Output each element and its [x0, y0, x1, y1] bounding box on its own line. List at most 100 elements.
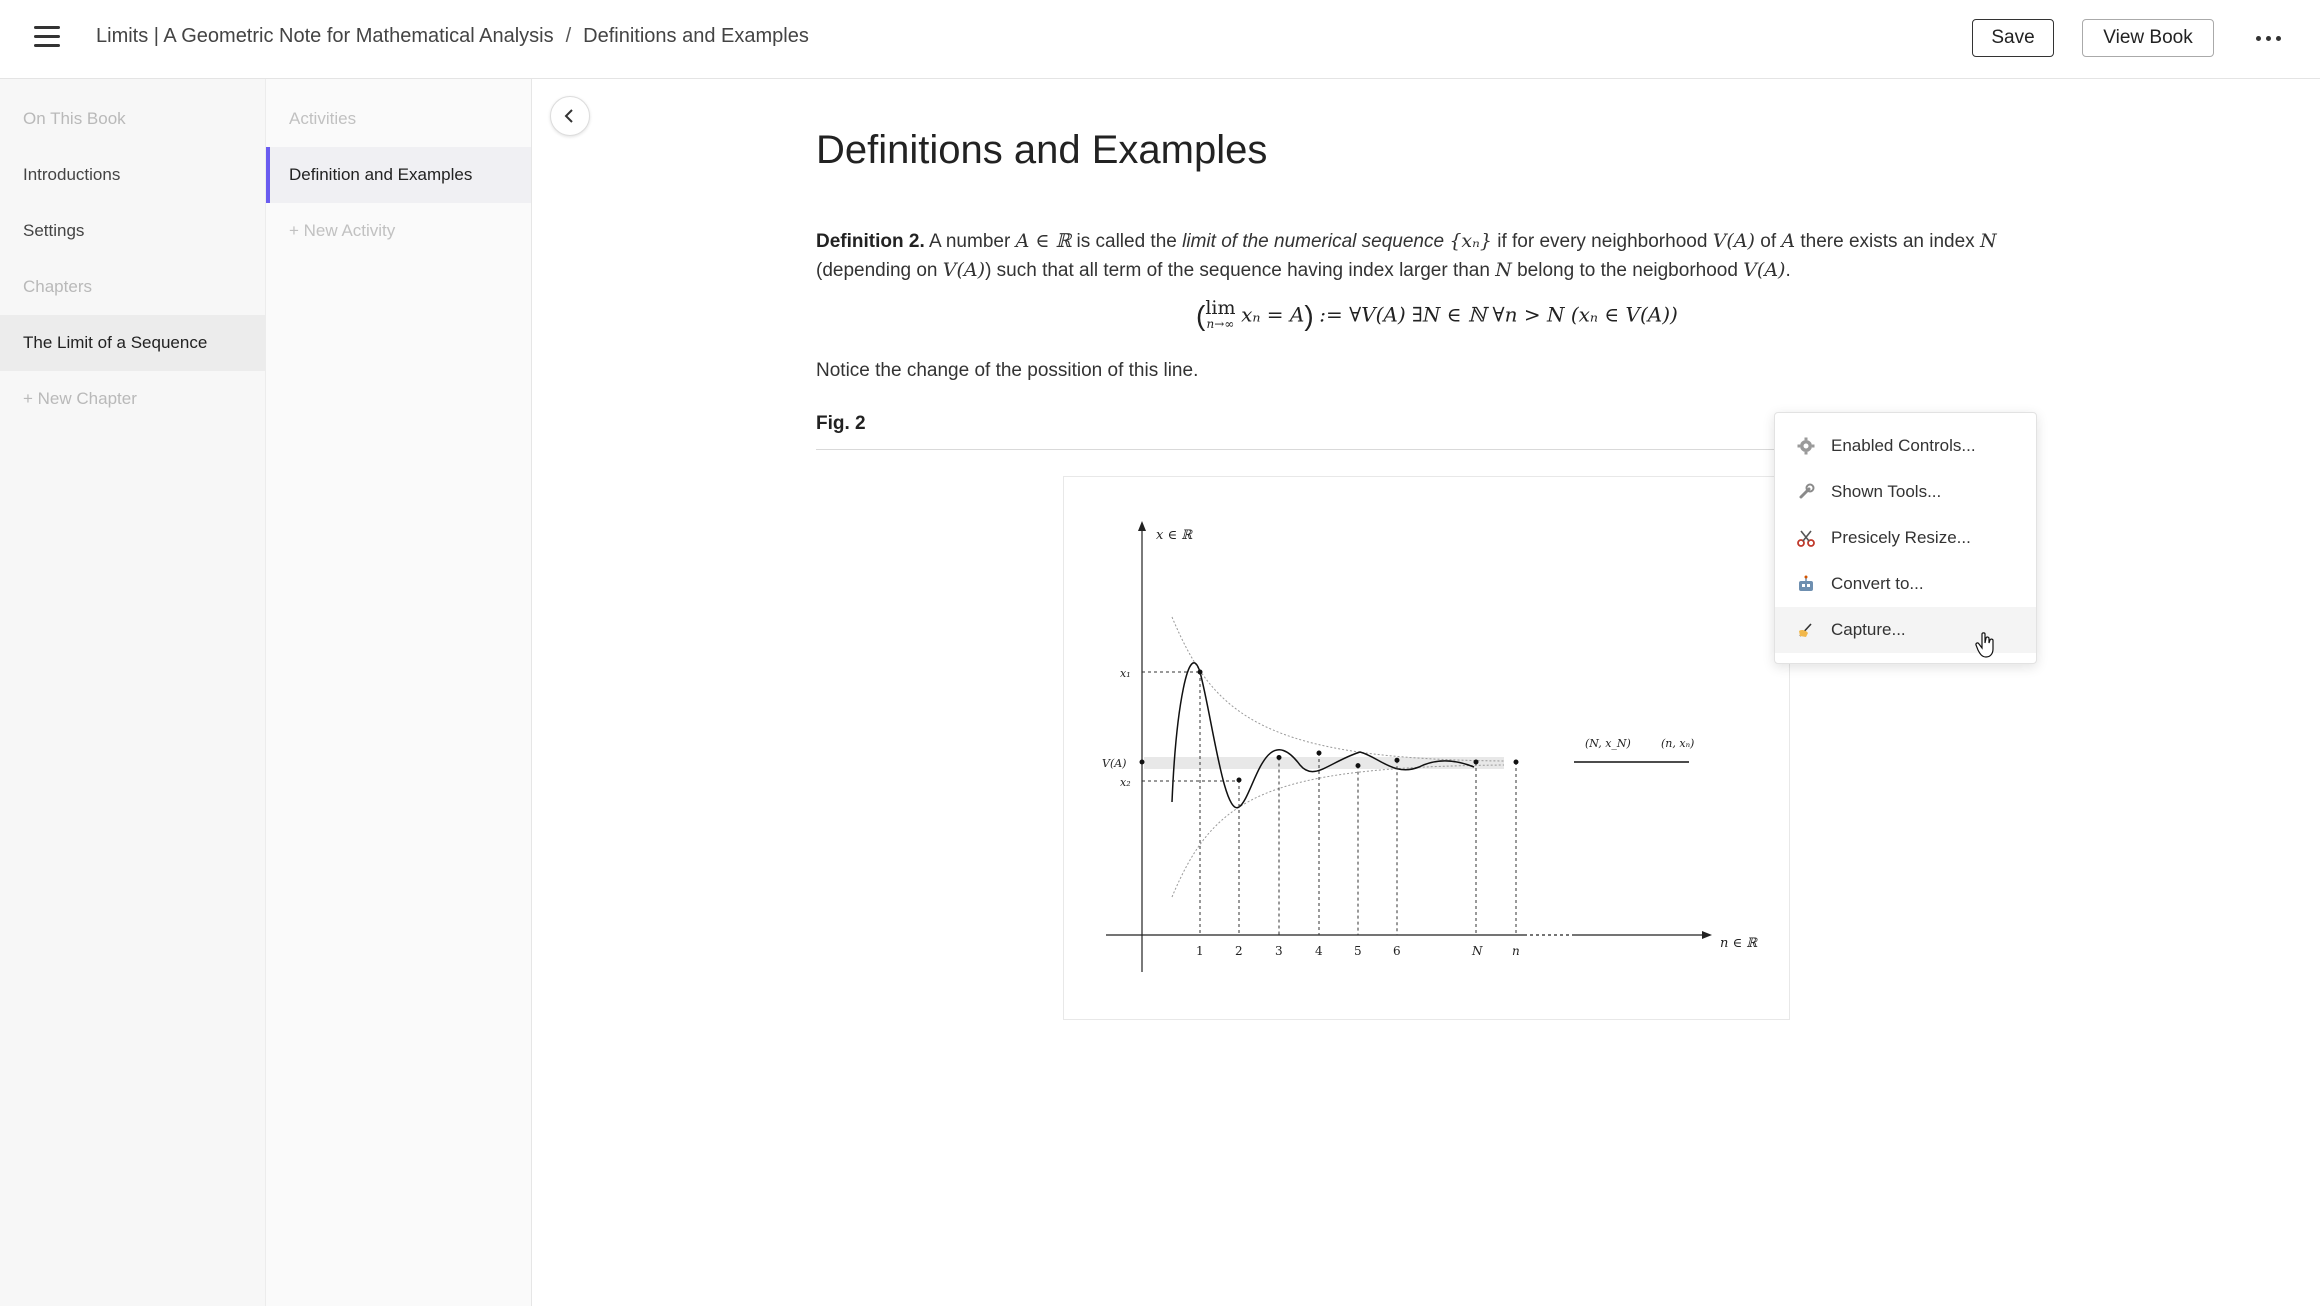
math-run: V(A)	[942, 259, 986, 281]
context-menu: Enabled Controls... Shown Tools... Presi…	[1774, 412, 2037, 664]
hand-pointer-icon	[1975, 632, 1994, 658]
breadcrumb-page[interactable]: Definitions and Examples	[583, 25, 809, 47]
y-label-x1: x₁	[1120, 667, 1131, 680]
save-button[interactable]: Save	[1972, 19, 2054, 57]
sequence-limit-chart: x ∈ ℝ n ∈ ℝ 1 2 3 4 5 6 Nn x₁ V(A) x₂ (N, x_N)…	[1102, 521, 1758, 972]
activity-item-definition[interactable]: Definition and Examples	[266, 147, 531, 203]
sequence-point-4	[1316, 750, 1322, 756]
point-label-n: (N, x_N)	[1585, 737, 1631, 750]
sequence-point-3	[1276, 755, 1282, 760]
text-run: of	[1754, 231, 1782, 252]
notice-text: Notice the change of the possition of th…	[816, 360, 1199, 381]
definition-paragraph: Definition 2. A number A ∈ ℝ is called t…	[816, 227, 2016, 285]
menu-item-label: Shown Tools...	[1831, 482, 1942, 501]
writing-hand-icon	[1795, 619, 1817, 641]
figure-container[interactable]: x ∈ ℝ n ∈ ℝ 1 2 3 4 5 6 Nn x₁ V(A) x₂ (N, x_N)…	[1063, 476, 1790, 1020]
sequence-point-n	[1513, 759, 1519, 765]
x-axis-label: n ∈ ℝ	[1720, 936, 1758, 951]
upper-envelope	[1171, 616, 1505, 762]
math-run: A ∈ ℝ	[1015, 230, 1072, 252]
activities-panel: Activities Definition and Examples + New…	[266, 79, 532, 1306]
menu-item-precisely-resize[interactable]: Presicely Resize...	[1775, 515, 2036, 561]
new-chapter-button[interactable]: + New Chapter	[0, 371, 265, 427]
activities-heading: Activities	[289, 109, 357, 128]
emphasis-run: limit of the numerical sequence	[1182, 231, 1445, 252]
math-run: {xₙ}	[1449, 230, 1492, 252]
lower-envelope	[1171, 764, 1505, 898]
formula-rest: := ∀V(A) ∃N ∈ ℕ ∀n > N (xₙ ∈ V(A))	[1319, 302, 1678, 327]
sidebar-heading-on-this-book: On This Book	[23, 109, 126, 128]
menu-item-shown-tools[interactable]: Shown Tools...	[1775, 469, 2036, 515]
x-tick-label-1: 1	[1196, 944, 1204, 958]
text-run: ) such that all term of the sequence hav…	[985, 260, 1496, 281]
y-label-va: V(A)	[1102, 757, 1126, 770]
text-run: A number	[924, 231, 1016, 252]
gear-icon	[1795, 435, 1817, 457]
text-run: if for every neighborhood	[1491, 231, 1713, 252]
sidebar-item-introductions[interactable]: Introductions	[0, 147, 265, 203]
x-tick-label-4: 4	[1315, 944, 1323, 958]
collapse-panel-button[interactable]	[550, 96, 590, 136]
formula-paren: (	[1196, 300, 1206, 331]
x-tick-label-N: N	[1471, 944, 1483, 958]
figure-label: Fig. 2	[816, 413, 866, 434]
menu-item-enabled-controls[interactable]: Enabled Controls...	[1775, 423, 2036, 469]
sidebar-item-settings[interactable]: Settings	[0, 203, 265, 259]
menu-item-convert-to[interactable]: Convert to...	[1775, 561, 2036, 607]
x-tick-label-n: n	[1512, 944, 1520, 958]
x-tick-label-2: 2	[1235, 944, 1243, 958]
robot-icon	[1795, 573, 1817, 595]
wrench-icon	[1795, 481, 1817, 503]
formula-lim-sub: n→∞	[1206, 317, 1235, 331]
chevron-left-icon	[564, 109, 573, 123]
top-bar: Limits | A Geometric Note for Mathematic…	[0, 0, 2320, 79]
book-sidebar: On This Book Introductions Settings Chap…	[0, 79, 266, 1306]
math-run: N	[1979, 230, 1997, 252]
definition-lead: Definition 2.	[816, 231, 925, 252]
formula-body: xₙ = A	[1241, 302, 1305, 327]
y-axis-arrow	[1138, 521, 1146, 531]
point-label-xn: (n, xₙ)	[1661, 737, 1694, 750]
x-tick-label-5: 5	[1354, 944, 1362, 958]
scissors-icon	[1795, 527, 1817, 549]
text-run: belong to the neigborhood	[1511, 260, 1744, 281]
page-title: Definitions and Examples	[816, 128, 1268, 172]
limit-formula: (lim n→∞ xₙ = A) := ∀V(A) ∃N ∈ ℕ ∀n > N (…	[1196, 299, 1678, 332]
text-run: there exists an index	[1795, 231, 1980, 252]
y-axis-label: x ∈ ℝ	[1156, 528, 1193, 543]
y-label-x2: x₂	[1120, 776, 1131, 789]
limit-point	[1139, 759, 1145, 765]
more-options-icon[interactable]	[2256, 28, 2290, 48]
breadcrumb-book[interactable]: Limits | A Geometric Note for Mathematic…	[96, 25, 554, 47]
sidebar-item-limit-of-sequence[interactable]: The Limit of a Sequence	[0, 315, 265, 371]
menu-icon[interactable]	[34, 26, 60, 48]
tick-group: 1 2 3 4 5 6 Nn	[1196, 669, 1520, 958]
sequence-point-2	[1236, 777, 1242, 783]
new-activity-button[interactable]: + New Activity	[266, 203, 531, 259]
math-run: N	[1495, 259, 1512, 281]
sequence-point-5	[1355, 763, 1361, 769]
menu-item-label: Capture...	[1831, 620, 1906, 639]
view-book-button[interactable]: View Book	[2082, 19, 2214, 57]
breadcrumb-separator: /	[565, 25, 572, 47]
x-axis-arrow	[1702, 931, 1712, 939]
sequence-point-1	[1197, 669, 1203, 675]
text-run: is called the	[1071, 231, 1183, 252]
x-tick-label-6: 6	[1393, 944, 1401, 958]
sequence-point-6	[1394, 757, 1400, 763]
formula-lim-word: lim	[1205, 297, 1236, 319]
sidebar-heading-chapters: Chapters	[23, 277, 92, 296]
menu-item-label: Convert to...	[1831, 574, 1924, 593]
sequence-point-N	[1473, 759, 1479, 765]
math-run: V(A)	[1712, 230, 1755, 252]
sequence-curve	[1171, 662, 1475, 809]
formula-lim: lim n→∞	[1205, 299, 1235, 332]
neighborhood-band	[1144, 757, 1504, 769]
menu-item-label: Presicely Resize...	[1831, 528, 1971, 547]
math-run: V(A)	[1743, 259, 1786, 281]
math-run: A	[1781, 230, 1796, 252]
text-run: .	[1785, 260, 1791, 281]
x-tick-label-3: 3	[1275, 944, 1283, 958]
text-run: (depending on	[816, 260, 943, 281]
menu-item-label: Enabled Controls...	[1831, 436, 1976, 455]
